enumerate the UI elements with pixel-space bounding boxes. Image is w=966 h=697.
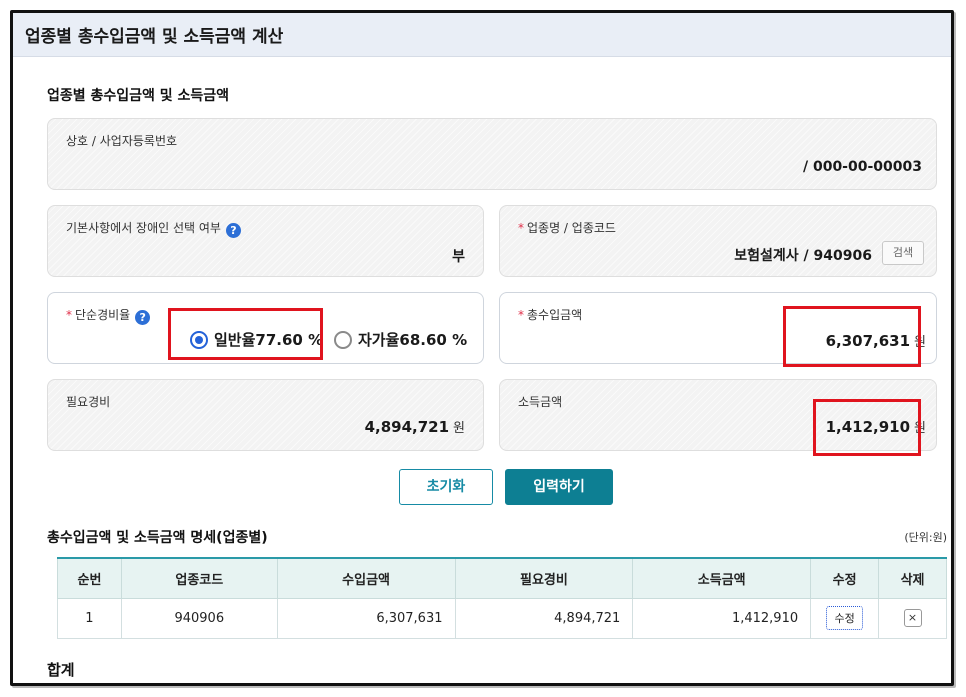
column-header: 필요경비 xyxy=(454,557,634,599)
column-header: 소득금액 xyxy=(632,557,812,599)
cell-no: 1 xyxy=(57,597,122,639)
app-window: 업종별 총수입금액 및 소득금액 계산 업종별 총수입금액 및 소득금액 상호 … xyxy=(10,10,954,686)
table-row: 1 940906 6,307,631 4,894,721 1,412,910 수… xyxy=(57,597,947,639)
column-header: 순번 xyxy=(57,557,122,599)
industry-label: 업종명 / 업종코드 xyxy=(527,221,616,235)
industry-value: 보험설계사 / 940906 xyxy=(734,248,872,264)
table-header-row: 순번 업종코드 수입금액 필요경비 소득금액 수정 삭제 xyxy=(57,557,947,599)
column-header: 수정 xyxy=(810,557,880,599)
page-title: 업종별 총수입금액 및 소득금액 계산 xyxy=(25,27,284,47)
search-button[interactable]: 검색 xyxy=(882,241,924,265)
industry-field: * 업종명 / 업종코드 보험설계사 / 940906 검색 xyxy=(499,205,937,277)
radio-own-rate[interactable]: 자가율68.60 % xyxy=(334,329,467,350)
highlight-box-income-amount xyxy=(813,399,921,456)
edit-button[interactable]: 수정 xyxy=(826,606,863,630)
disabled-label: 기본사항에서 장애인 선택 여부 xyxy=(66,221,221,235)
unit-label: 원 xyxy=(453,421,465,436)
column-header: 업종코드 xyxy=(120,557,278,599)
close-icon[interactable]: × xyxy=(903,609,922,627)
business-field: 상호 / 사업자등록번호 / 000-00-00003 xyxy=(47,118,937,190)
section-title: 업종별 총수입금액 및 소득금액 xyxy=(47,88,230,104)
column-header: 수입금액 xyxy=(276,557,456,599)
detail-title: 총수입금액 및 소득금액 명세(업종별) xyxy=(47,530,268,546)
cell-net: 1,412,910 xyxy=(632,597,812,639)
cell-expense: 4,894,721 xyxy=(454,597,634,639)
required-expense-value: 4,894,721 xyxy=(364,418,450,436)
cell-delete: × xyxy=(878,597,947,639)
radio-own-label[interactable]: 자가율68.60 % xyxy=(358,329,467,350)
required-mark: * xyxy=(518,308,524,322)
required-expense-value-wrap: 4,894,721 원 xyxy=(365,417,465,436)
disabled-value: 부 xyxy=(452,249,465,265)
column-header: 삭제 xyxy=(878,557,947,599)
total-label: 합계 xyxy=(47,661,75,679)
help-icon[interactable]: ? xyxy=(135,310,151,325)
detail-table: 순번 업종코드 수입금액 필요경비 소득금액 수정 삭제 1 940906 6,… xyxy=(57,557,947,639)
required-expense-field: 필요경비 4,894,721 원 xyxy=(47,379,484,451)
reset-button[interactable]: 초기화 xyxy=(399,469,493,505)
income-amount-label: 소득금액 xyxy=(518,395,563,409)
highlight-box-rate xyxy=(168,308,323,360)
header-bar: 업종별 총수입금액 및 소득금액 계산 xyxy=(13,13,951,57)
required-expense-label: 필요경비 xyxy=(66,395,111,409)
help-icon[interactable]: ? xyxy=(225,223,241,238)
cell-edit: 수정 xyxy=(810,597,880,639)
disabled-field: 기본사항에서 장애인 선택 여부? 부 xyxy=(47,205,484,277)
expense-rate-label-wrap: * 단순경비율? xyxy=(66,306,151,325)
business-value: / 000-00-00003 xyxy=(802,159,922,175)
industry-label-wrap: * 업종명 / 업종코드 xyxy=(518,219,616,236)
highlight-box-total-income xyxy=(783,306,921,367)
disabled-label-wrap: 기본사항에서 장애인 선택 여부? xyxy=(66,219,241,238)
required-mark: * xyxy=(66,308,72,322)
business-label: 상호 / 사업자등록번호 xyxy=(66,134,178,148)
required-mark: * xyxy=(518,221,524,235)
unit-note: (단위:원) xyxy=(904,531,947,544)
cell-code: 940906 xyxy=(120,597,278,639)
total-income-label: 총수입금액 xyxy=(527,308,583,322)
total-income-label-wrap: * 총수입금액 xyxy=(518,306,582,323)
main-panel: 업종별 총수입금액 및 소득금액 상호 / 사업자등록번호 / 000-00-0… xyxy=(27,63,951,683)
cell-income: 6,307,631 xyxy=(276,597,456,639)
expense-rate-label: 단순경비율 xyxy=(75,308,131,322)
radio-unchecked-icon[interactable] xyxy=(334,330,352,349)
submit-button[interactable]: 입력하기 xyxy=(505,469,613,505)
